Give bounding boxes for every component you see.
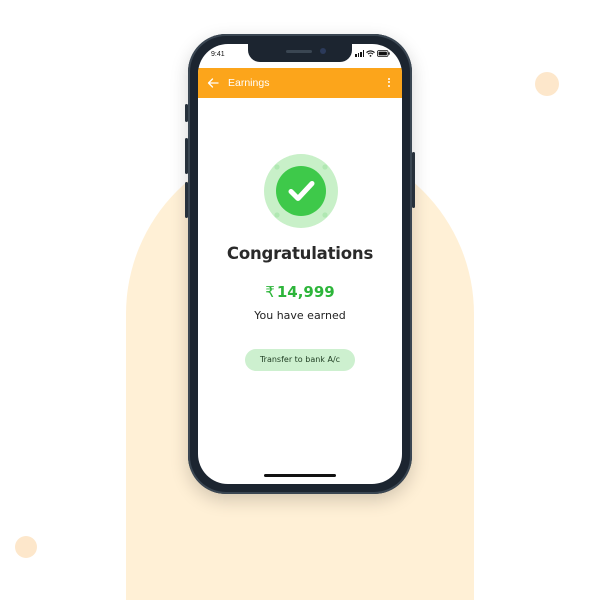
page-stage: 9:41 Earnings Congratulations ₹ 14,999 Y… — [0, 0, 600, 600]
transfer-to-bank-button[interactable]: Transfer to bank A/c — [245, 349, 355, 371]
more-vertical-icon[interactable] — [386, 76, 392, 90]
arrow-left-icon[interactable] — [206, 76, 220, 90]
earnings-content: Congratulations ₹14,999 You have earned … — [198, 98, 402, 484]
check-circle-icon — [264, 154, 338, 228]
earned-subtitle: You have earned — [254, 309, 346, 322]
speaker-grille — [286, 50, 312, 53]
status-time: 9:41 — [211, 51, 225, 58]
battery-icon — [377, 50, 390, 57]
signal-icon — [355, 50, 364, 57]
phone-notch — [248, 44, 352, 62]
front-camera — [320, 48, 326, 54]
page-title: Earnings — [228, 77, 270, 89]
app-bar: Earnings — [198, 68, 402, 98]
currency-symbol: ₹ — [265, 283, 275, 301]
congratulations-heading: Congratulations — [226, 244, 374, 263]
decorative-dot — [15, 536, 37, 558]
amount-value: 14,999 — [276, 283, 335, 301]
status-icons — [355, 50, 390, 57]
wifi-icon — [366, 50, 375, 57]
home-indicator[interactable] — [264, 474, 336, 477]
phone-frame: 9:41 Earnings Congratulations ₹ 14,999 Y… — [188, 34, 412, 494]
decorative-dot — [535, 72, 559, 96]
earned-amount: ₹14,999 — [198, 283, 402, 301]
phone-screen: 9:41 Earnings Congratulations ₹ 14,999 Y… — [198, 44, 402, 484]
phone-power-button — [412, 152, 415, 208]
